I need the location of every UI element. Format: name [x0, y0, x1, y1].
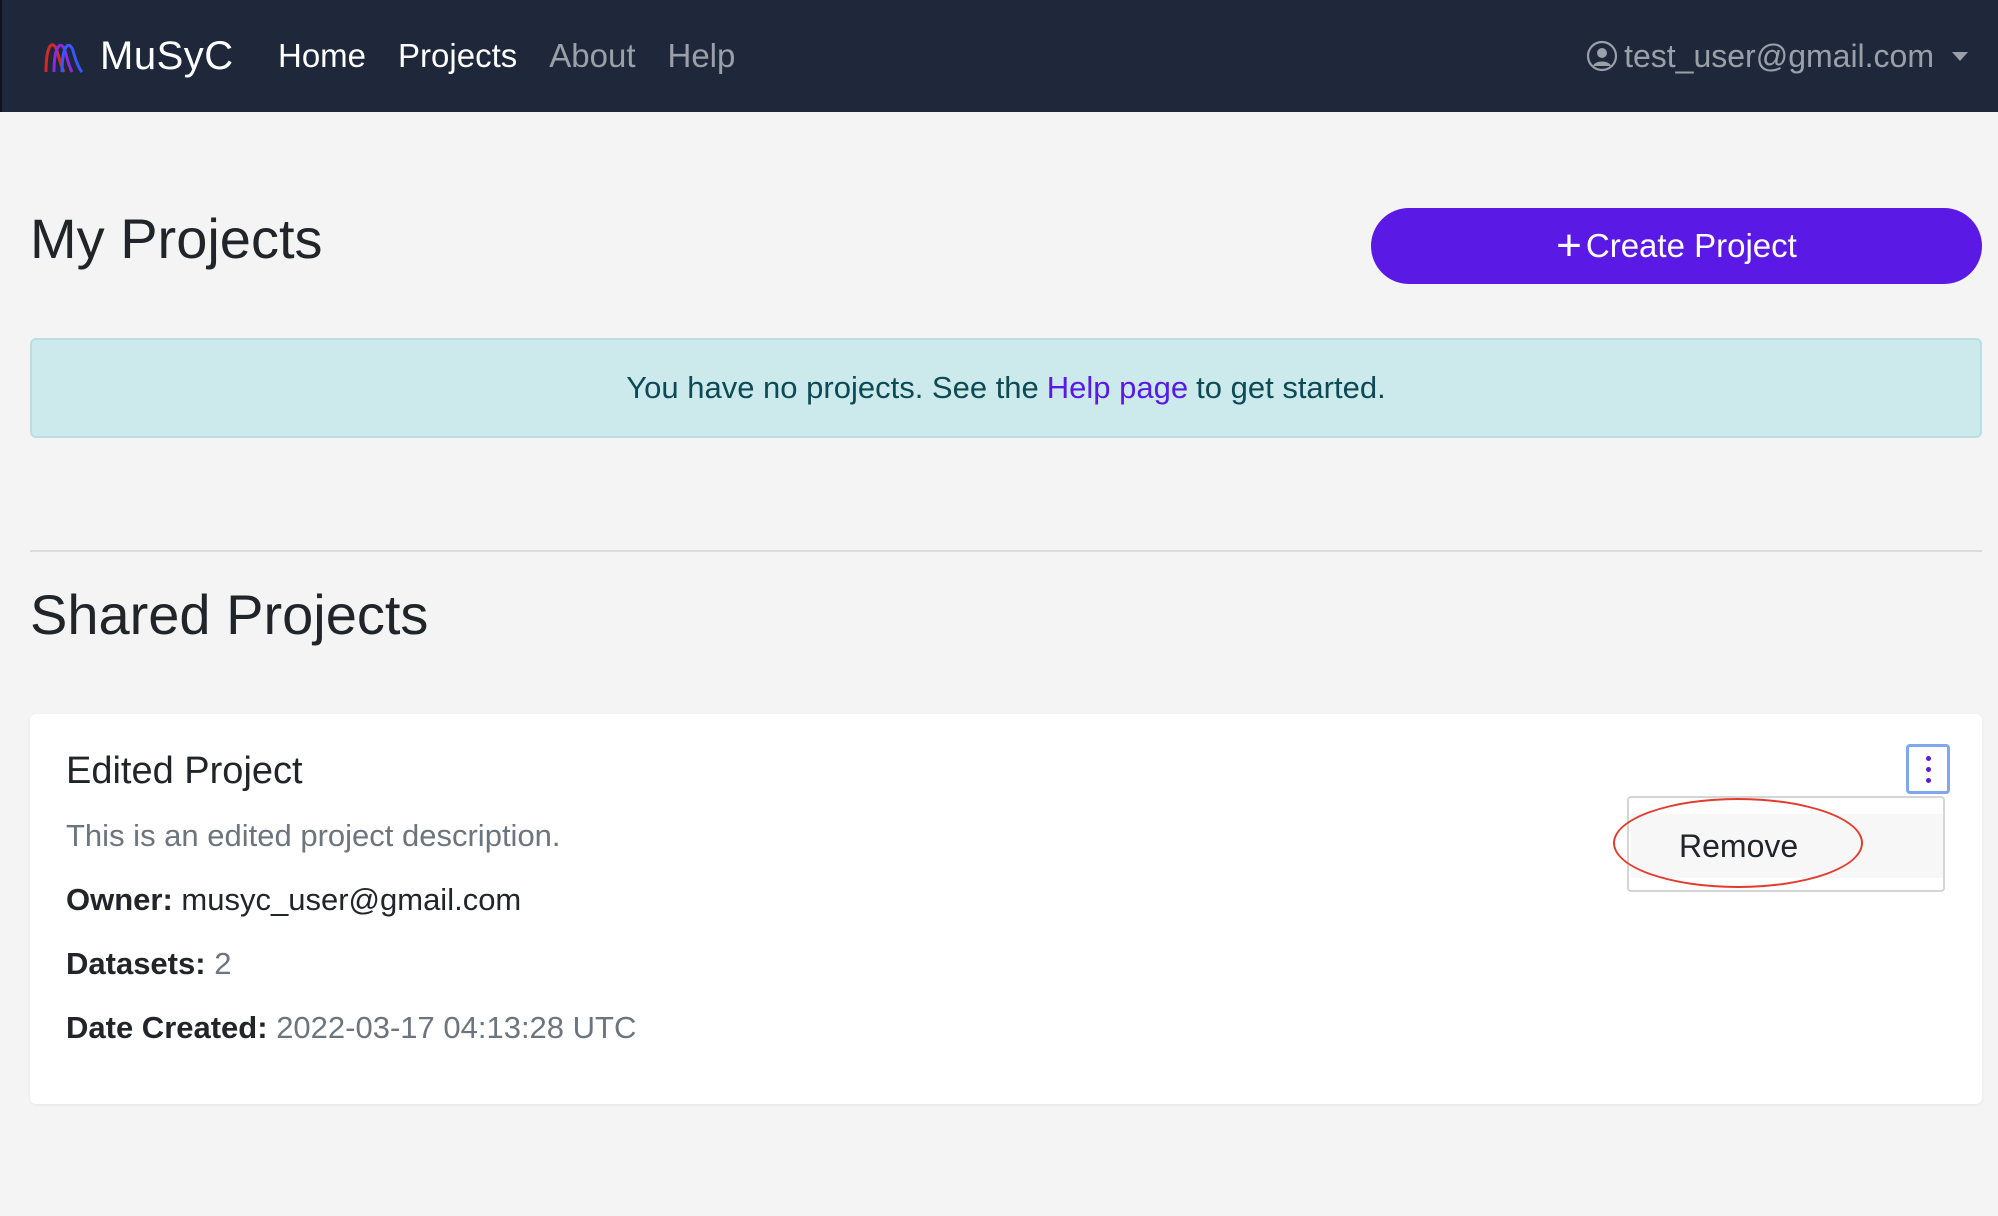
user-email: test_user@gmail.com [1624, 37, 1934, 74]
page-title: My Projects [30, 207, 323, 270]
alert-text-before: You have no projects. See the [626, 370, 1039, 405]
project-owner: Owner: musyc_user@gmail.com [66, 882, 521, 918]
kebab-dot [1925, 777, 1931, 783]
alert-text-after: to get started. [1196, 370, 1386, 405]
caret-down-icon [1952, 51, 1968, 61]
nav-about[interactable]: About [549, 37, 635, 75]
section-divider [30, 550, 1982, 552]
card-dropdown-menu: Remove [1627, 796, 1945, 892]
shared-projects-title: Shared Projects [30, 583, 429, 646]
nav-projects[interactable]: Projects [398, 37, 517, 75]
remove-menu-item[interactable]: Remove [1631, 814, 1943, 878]
help-page-link[interactable]: Help page [1047, 370, 1188, 406]
musyc-logo-icon [44, 43, 84, 74]
date-created-label: Date Created: [66, 1010, 268, 1045]
create-project-label: Create Project [1585, 227, 1797, 264]
project-datasets: Datasets: 2 [66, 946, 231, 982]
datasets-value: 2 [214, 946, 232, 981]
project-description: This is an edited project description. [66, 818, 561, 853]
project-name: Edited Project [66, 750, 303, 792]
user-menu[interactable]: test_user@gmail.com [1586, 30, 1968, 82]
project-date-created: Date Created: 2022-03-17 04:13:28 UTC [66, 1010, 636, 1046]
brand-name: MuSyC [100, 33, 234, 78]
no-projects-alert: You have no projects. See the Help page … [30, 338, 1982, 438]
plus-icon: + [1556, 221, 1582, 270]
datasets-label: Datasets: [66, 946, 206, 981]
navbar: MuSyC Home Projects About Help test_user… [0, 0, 1998, 112]
user-circle-icon [1586, 40, 1618, 72]
owner-label: Owner: [66, 882, 173, 917]
owner-value: musyc_user@gmail.com [181, 882, 522, 917]
project-card[interactable]: Edited Project This is an edited project… [30, 714, 1982, 1104]
nav-help[interactable]: Help [668, 37, 736, 75]
kebab-menu-icon [1925, 755, 1931, 761]
kebab-menu-button[interactable] [1906, 744, 1950, 794]
date-created-value: 2022-03-17 04:13:28 UTC [276, 1010, 637, 1045]
nav-links: Home Projects About Help [278, 30, 767, 82]
create-project-button[interactable]: + Create Project [1371, 208, 1982, 284]
nav-home[interactable]: Home [278, 37, 366, 75]
kebab-dot [1925, 766, 1931, 772]
brand[interactable]: MuSyC [40, 30, 234, 82]
